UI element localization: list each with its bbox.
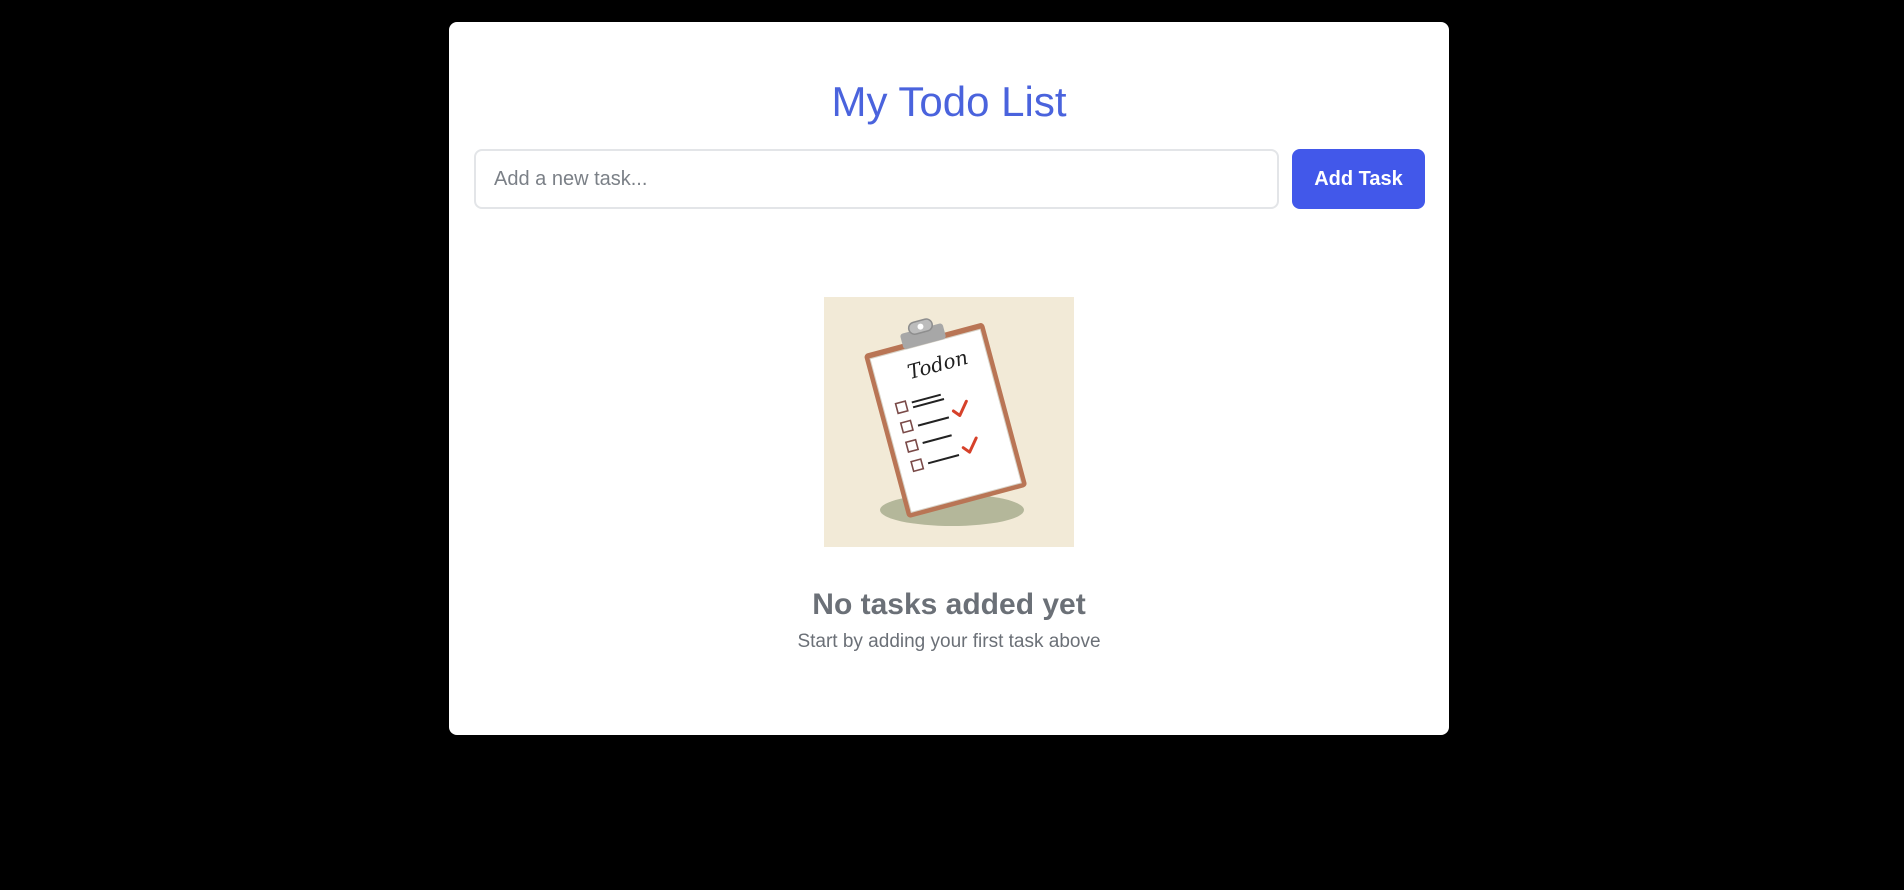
todo-card: My Todo List Add Task Todon xyxy=(449,22,1449,735)
empty-state-title: No tasks added yet xyxy=(812,588,1086,621)
page-title: My Todo List xyxy=(831,78,1067,125)
empty-state-subtitle: Start by adding your first task above xyxy=(797,631,1101,652)
clipboard-checklist-icon: Todon xyxy=(864,318,1027,526)
add-task-button[interactable]: Add Task xyxy=(1292,149,1425,209)
new-task-input[interactable] xyxy=(474,149,1279,209)
empty-state-illustration: Todon xyxy=(824,297,1074,547)
